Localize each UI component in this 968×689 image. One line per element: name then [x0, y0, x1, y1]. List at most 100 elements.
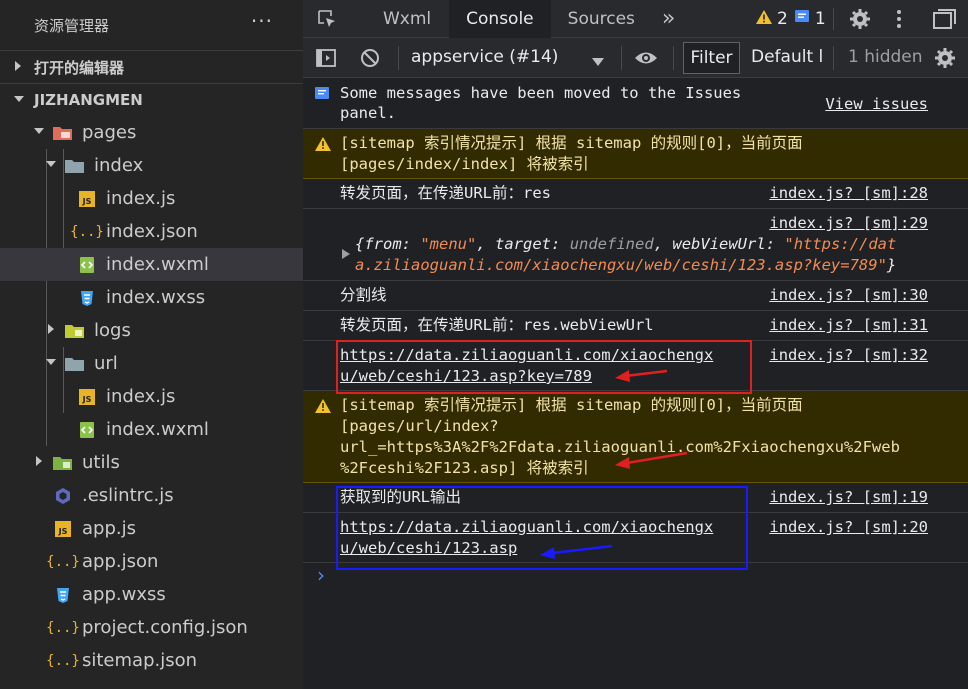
- divider: [621, 46, 622, 70]
- console-settings-gear-icon[interactable]: [933, 46, 957, 70]
- divider: [398, 46, 399, 70]
- tree-folder-logs[interactable]: logs: [0, 314, 303, 347]
- sidebar-toggle-icon[interactable]: [315, 47, 337, 69]
- tree-file-url-index-wxml[interactable]: index.wxml: [0, 413, 303, 446]
- tree-folder-url[interactable]: url: [0, 347, 303, 380]
- chevron-right-icon: [14, 60, 28, 74]
- tab-wxml[interactable]: Wxml: [351, 0, 449, 38]
- log-levels-dropdown[interactable]: Default le: [751, 47, 823, 67]
- warning-icon: [755, 9, 773, 29]
- tree-label: pages: [82, 122, 137, 143]
- hidden-messages-count[interactable]: 1 hidden: [848, 47, 923, 67]
- devtools-panel: Wxml Console Sources » 2 1 appservice (#…: [303, 0, 968, 689]
- dropdown-caret-icon[interactable]: [592, 52, 604, 71]
- devtools-tabbar: Wxml Console Sources » 2 1: [303, 0, 968, 38]
- wxml-file-icon: [76, 255, 98, 275]
- console-output: Some messages have been moved to the Iss…: [303, 78, 968, 593]
- tree-file-url-index-js[interactable]: JS index.js: [0, 380, 303, 413]
- console-toolbar: appservice (#14) Filter Default le 1 hid…: [303, 38, 968, 78]
- tree-label: index.wxml: [106, 419, 209, 440]
- tree-label: index: [94, 155, 144, 176]
- tree-file-index-wxml[interactable]: index.wxml: [0, 248, 303, 281]
- tab-console[interactable]: Console: [449, 0, 551, 38]
- tree-file-index-wxss[interactable]: index.wxss: [0, 281, 303, 314]
- json-file-icon: {..}: [46, 652, 80, 669]
- tree-label: index.json: [106, 221, 198, 242]
- inspect-element-icon[interactable]: [303, 8, 351, 30]
- json-file-icon: {..}: [70, 223, 104, 240]
- folder-open-icon: [64, 156, 86, 176]
- explorer-header: 资源管理器 ···: [0, 0, 303, 50]
- more-actions-button[interactable]: ···: [251, 9, 273, 33]
- tree-file-eslintrc[interactable]: .eslintrc.js: [0, 479, 303, 512]
- tree-label: app.json: [82, 551, 159, 572]
- divider: [833, 46, 834, 70]
- open-editors-label: 打开的编辑器: [34, 58, 125, 77]
- kebab-menu-icon[interactable]: [895, 7, 903, 31]
- annotation-arrows: [540, 369, 688, 559]
- tree-file-project-config[interactable]: {..} project.config.json: [0, 611, 303, 644]
- tree-label: .eslintrc.js: [82, 485, 174, 506]
- json-file-icon: {..}: [46, 619, 80, 636]
- annotation-red-arrow-1: [615, 369, 668, 382]
- divider: [833, 8, 834, 30]
- open-editors-section[interactable]: 打开的编辑器: [0, 50, 303, 83]
- tree-file-app-js[interactable]: JS app.js: [0, 512, 303, 545]
- filter-input[interactable]: Filter: [683, 42, 740, 74]
- tree-label: index.js: [106, 386, 176, 407]
- explorer-title: 资源管理器: [34, 16, 110, 35]
- folder-icon: [64, 321, 86, 341]
- explorer-sidebar: 资源管理器 ··· 打开的编辑器 JIZHANGMEN pages index …: [0, 0, 303, 689]
- tree-file-app-wxss[interactable]: app.wxss: [0, 578, 303, 611]
- css-file-icon: [76, 288, 98, 308]
- eslint-icon: [52, 486, 74, 506]
- tree-label: project.config.json: [82, 617, 248, 638]
- chevron-down-icon: [44, 358, 58, 369]
- javascript-file-icon: JS: [52, 519, 74, 539]
- warning-count: 2: [777, 9, 788, 29]
- svg-text:JS: JS: [58, 527, 68, 536]
- javascript-file-icon: JS: [76, 387, 98, 407]
- chevron-right-icon: [32, 456, 46, 469]
- tree-file-index-json[interactable]: {..} index.json: [0, 215, 303, 248]
- tree-label: utils: [82, 452, 120, 473]
- annotation-blue-arrow: [540, 544, 613, 559]
- tree-file-app-json[interactable]: {..} app.json: [0, 545, 303, 578]
- project-section[interactable]: JIZHANGMEN: [0, 83, 303, 116]
- message-icon: [794, 9, 810, 29]
- tree-label: index.wxml: [106, 254, 209, 275]
- svg-text:JS: JS: [82, 395, 92, 404]
- dock-side-icon[interactable]: [931, 7, 957, 31]
- project-label: JIZHANGMEN: [34, 91, 143, 109]
- json-file-icon: {..}: [46, 553, 80, 570]
- clear-console-icon[interactable]: [359, 47, 381, 69]
- file-tree: pages index JS index.js {..} index.json: [0, 116, 303, 677]
- tree-label: app.js: [82, 518, 136, 539]
- divider: [673, 46, 674, 70]
- tab-sources[interactable]: Sources: [551, 0, 652, 38]
- tree-file-sitemap[interactable]: {..} sitemap.json: [0, 644, 303, 677]
- tree-file-index-js[interactable]: JS index.js: [0, 182, 303, 215]
- css-file-icon: [52, 585, 74, 605]
- chevron-right-icon: [44, 324, 58, 337]
- context-selector[interactable]: appservice (#14): [411, 47, 558, 67]
- svg-text:JS: JS: [82, 197, 92, 206]
- folder-open-icon: [64, 354, 86, 374]
- settings-gear-icon[interactable]: [848, 7, 872, 31]
- tree-label: sitemap.json: [82, 650, 198, 671]
- tree-label: app.wxss: [82, 584, 166, 605]
- chevron-down-icon: [44, 160, 58, 171]
- live-expression-eye-icon[interactable]: [633, 47, 659, 69]
- folder-icon: [52, 453, 74, 473]
- javascript-file-icon: JS: [76, 189, 98, 209]
- annotation-red-arrow-2: [615, 451, 688, 469]
- tree-folder-utils[interactable]: utils: [0, 446, 303, 479]
- more-tabs-button[interactable]: »: [652, 0, 685, 38]
- tree-label: index.wxss: [106, 287, 206, 308]
- tree-folder-pages[interactable]: pages: [0, 116, 303, 149]
- wxml-file-icon: [76, 420, 98, 440]
- tree-label: url: [94, 353, 118, 374]
- issue-counters[interactable]: 2 1: [755, 0, 826, 38]
- message-count: 1: [814, 9, 826, 29]
- tree-folder-index[interactable]: index: [0, 149, 303, 182]
